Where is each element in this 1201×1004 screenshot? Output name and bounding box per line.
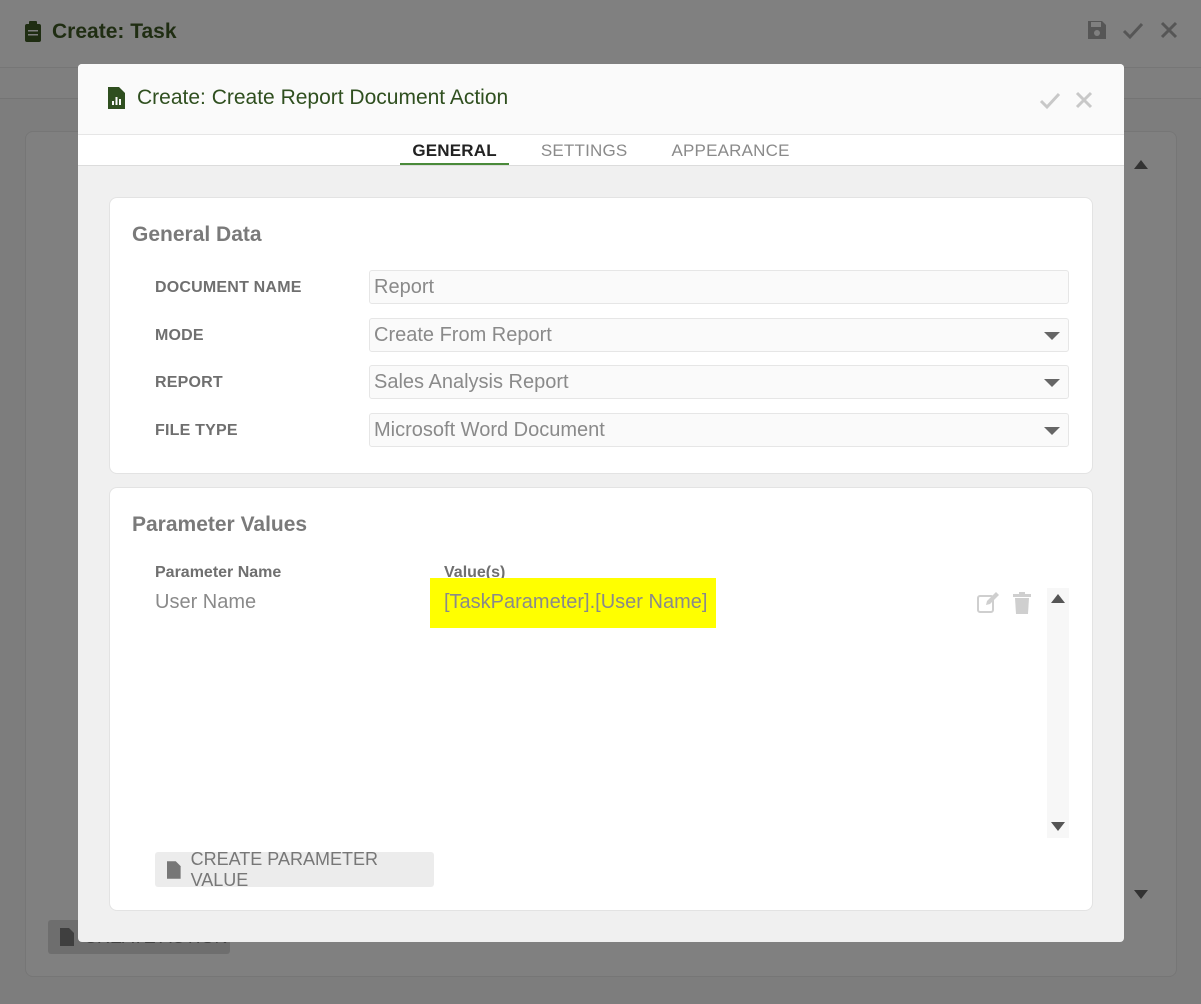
- mode-row: MODE Create From Report: [110, 318, 1092, 352]
- dialog-title: Create: Create Report Document Action: [108, 86, 508, 110]
- dialog-header: Create: Create Report Document Action: [78, 64, 1124, 135]
- report-label: REPORT: [155, 374, 223, 391]
- file-type-value: Microsoft Word Document: [374, 419, 605, 441]
- parameter-value-cell: [TaskParameter].[User Name]: [430, 578, 716, 628]
- document-icon: [60, 928, 74, 946]
- parameter-values-title: Parameter Values: [132, 513, 308, 536]
- parameter-values-card: Parameter Values Parameter Name Value(s)…: [109, 487, 1093, 911]
- parameter-name-header: Parameter Name: [155, 564, 282, 581]
- dialog-tabs: GENERAL SETTINGS APPEARANCE: [78, 135, 1124, 166]
- dialog-actions: [1038, 88, 1096, 112]
- tab-settings[interactable]: SETTINGS: [529, 135, 640, 165]
- mode-label: MODE: [155, 327, 204, 344]
- background-scroll-down-icon[interactable]: [1134, 890, 1148, 899]
- dialog-close-icon[interactable]: [1072, 88, 1096, 112]
- general-data-title: General Data: [132, 223, 262, 246]
- document-name-row: DOCUMENT NAME Report: [110, 270, 1092, 304]
- mode-value: Create From Report: [374, 324, 552, 346]
- general-data-card: General Data DOCUMENT NAME Report MODE C…: [109, 197, 1093, 474]
- check-icon[interactable]: [1121, 18, 1145, 42]
- save-icon[interactable]: [1085, 18, 1109, 42]
- mode-select[interactable]: Create From Report: [369, 318, 1069, 352]
- clipboard-icon: [25, 21, 41, 42]
- scroll-down-icon[interactable]: [1051, 822, 1065, 831]
- report-row: REPORT Sales Analysis Report: [110, 365, 1092, 399]
- chevron-down-icon: [1044, 427, 1060, 435]
- chevron-down-icon: [1044, 332, 1060, 340]
- parameter-list-scrollbar[interactable]: [1047, 588, 1069, 838]
- parameter-name-cell: User Name: [155, 591, 257, 613]
- create-parameter-value-button[interactable]: CREATE PARAMETER VALUE: [155, 849, 434, 890]
- row-actions: [976, 591, 1034, 615]
- tab-appearance[interactable]: APPEARANCE: [659, 135, 801, 165]
- file-type-select[interactable]: Microsoft Word Document: [369, 413, 1069, 447]
- background-scroll-up-icon[interactable]: [1134, 160, 1148, 169]
- parameter-value-text: [TaskParameter].[User Name]: [444, 591, 708, 613]
- confirm-check-icon[interactable]: [1038, 88, 1062, 112]
- report-select[interactable]: Sales Analysis Report: [369, 365, 1069, 399]
- report-value: Sales Analysis Report: [374, 371, 569, 393]
- create-report-document-action-dialog: Create: Create Report Document Action GE…: [78, 64, 1124, 942]
- trash-icon[interactable]: [1010, 591, 1034, 615]
- document-name-label: DOCUMENT NAME: [155, 279, 302, 296]
- report-document-icon: [108, 87, 125, 109]
- dialog-title-text: Create: Create Report Document Action: [137, 86, 509, 109]
- create-parameter-value-label: CREATE PARAMETER VALUE: [190, 848, 378, 890]
- document-name-value: Report: [374, 276, 435, 298]
- document-name-input[interactable]: Report: [369, 270, 1069, 304]
- close-icon[interactable]: [1157, 18, 1181, 42]
- background-actions: [1085, 18, 1181, 42]
- file-type-label: FILE TYPE: [155, 422, 238, 439]
- document-icon: [167, 860, 181, 879]
- scroll-up-icon[interactable]: [1051, 594, 1065, 603]
- edit-icon[interactable]: [976, 591, 1000, 615]
- tab-general[interactable]: GENERAL: [400, 135, 509, 165]
- chevron-down-icon: [1044, 379, 1060, 387]
- background-header: Create: Task: [0, 0, 1201, 68]
- background-title-text: Create: Task: [52, 20, 177, 43]
- file-type-row: FILE TYPE Microsoft Word Document: [110, 413, 1092, 447]
- background-title: Create: Task: [24, 20, 177, 44]
